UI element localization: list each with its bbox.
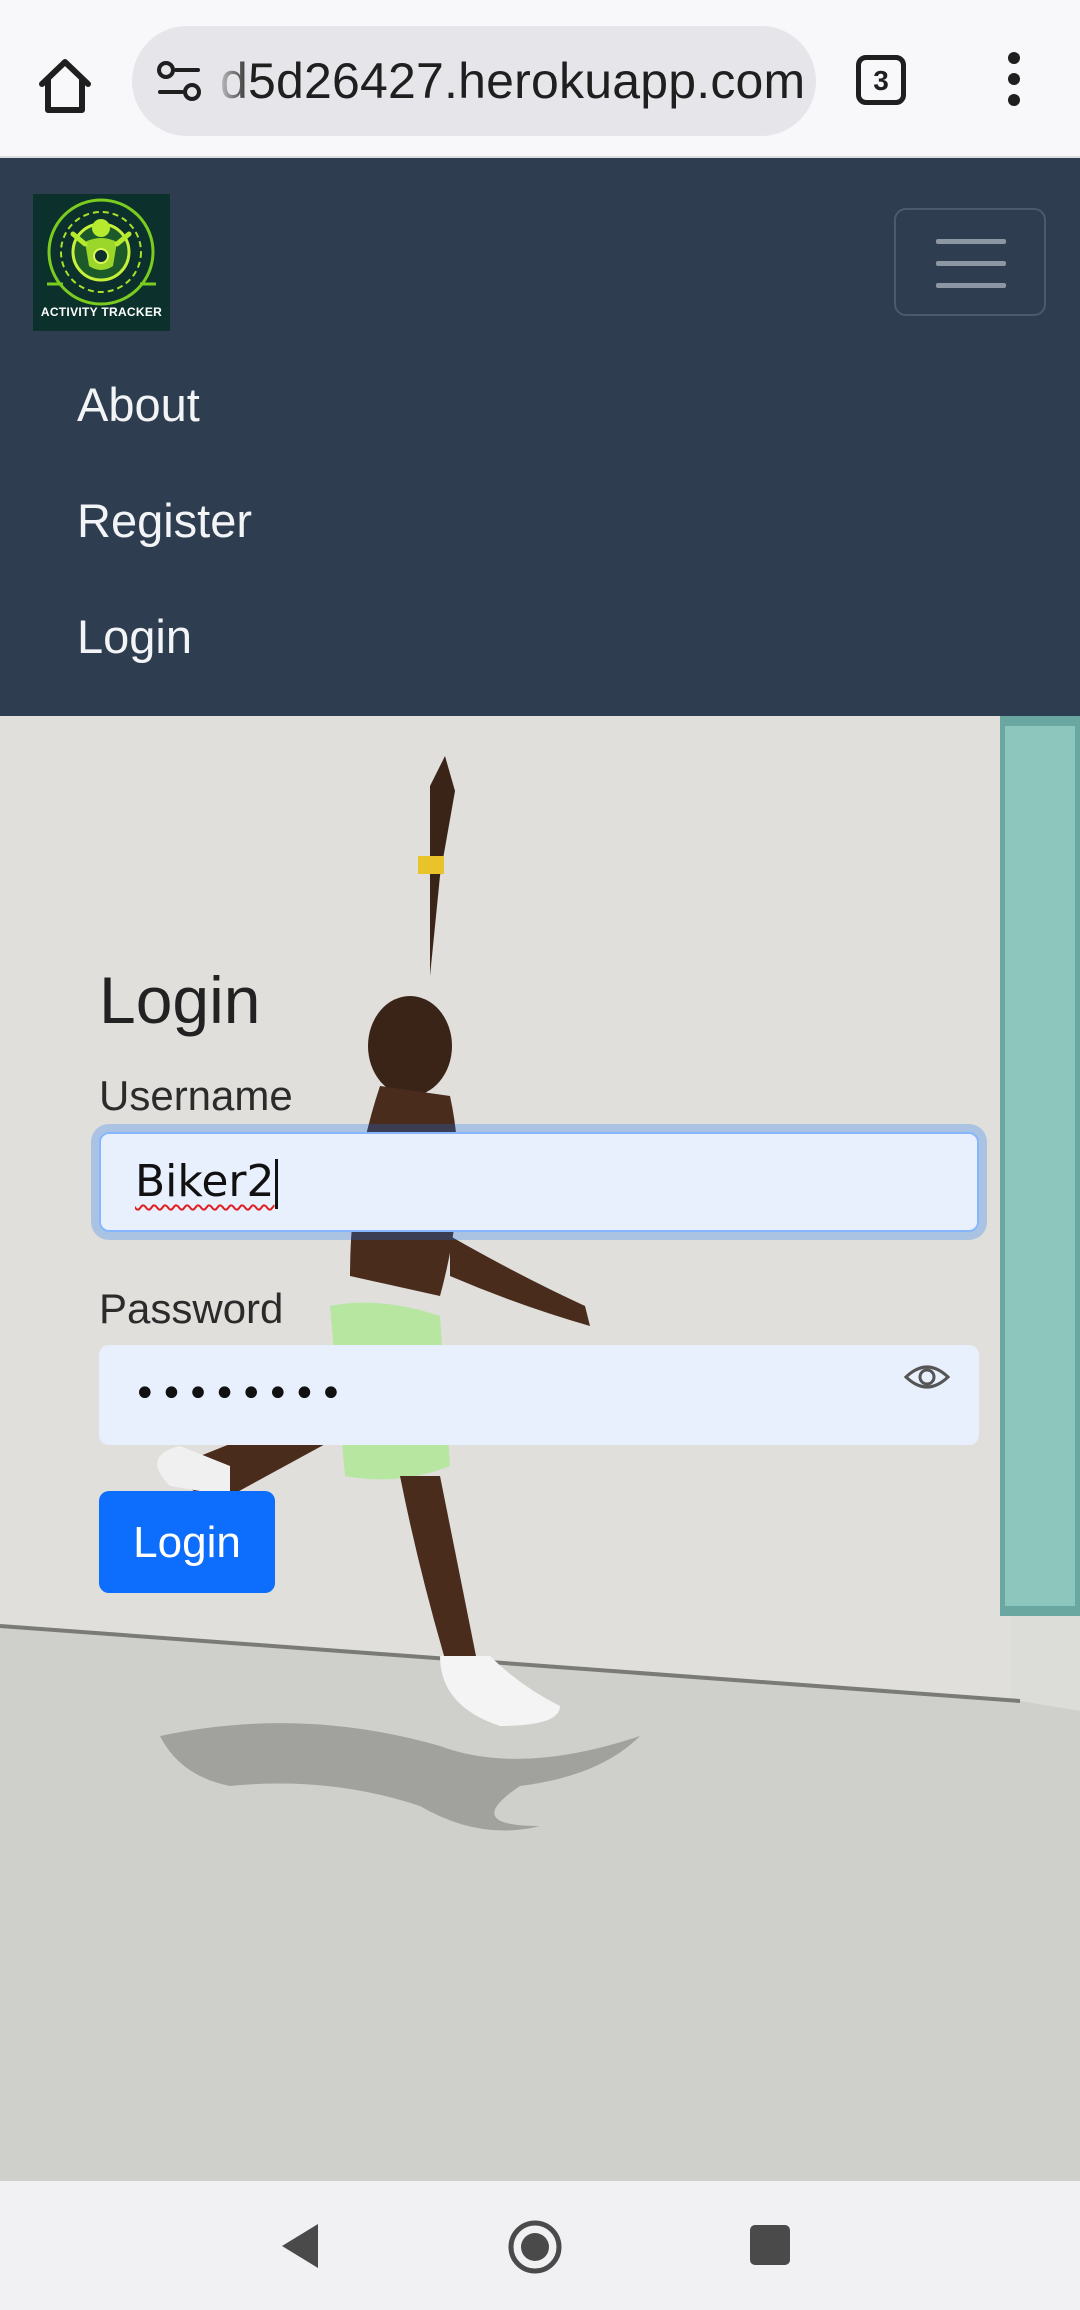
navbar-toggle-button[interactable] — [894, 208, 1046, 316]
hamburger-icon — [936, 283, 1006, 288]
url-text: d5d26427.herokuapp.com — [220, 53, 806, 109]
username-input[interactable]: Biker2 — [99, 1132, 979, 1232]
url-fade — [212, 26, 252, 136]
hamburger-icon — [936, 261, 1006, 266]
more-vert-icon[interactable] — [1000, 52, 1028, 112]
navbar-collapse-menu: About Register Login — [0, 368, 1080, 716]
username-value: Biker2 — [135, 1156, 275, 1207]
hamburger-icon — [936, 239, 1006, 244]
browser-toolbar: d5d26427.herokuapp.com 3 — [0, 0, 1080, 158]
nav-link-about[interactable]: About — [77, 377, 200, 432]
logo-text: ACTIVITY TRACKER — [40, 305, 163, 319]
text-caret — [275, 1159, 279, 1209]
nav-link-login[interactable]: Login — [77, 609, 192, 664]
recents-square-icon[interactable] — [750, 2225, 790, 2265]
back-triangle-icon[interactable] — [278, 2221, 322, 2271]
nav-link-register[interactable]: Register — [77, 493, 252, 548]
username-label: Username — [99, 1072, 293, 1119]
login-submit-button[interactable]: Login — [99, 1491, 275, 1593]
password-value: •••••••• — [133, 1371, 346, 1417]
home-icon[interactable] — [30, 50, 100, 120]
hero-background-image — [0, 716, 1080, 2181]
eye-icon[interactable] — [903, 1357, 951, 1397]
tab-switcher-button[interactable]: 3 — [856, 55, 906, 105]
address-bar[interactable]: d5d26427.herokuapp.com — [132, 26, 816, 136]
system-navigation-bar — [0, 2181, 1080, 2310]
site-settings-icon[interactable] — [154, 58, 204, 104]
password-input[interactable]: •••••••• — [99, 1345, 979, 1445]
activity-tracker-logo[interactable]: ACTIVITY TRACKER — [33, 194, 170, 331]
home-circle-icon[interactable] — [507, 2219, 563, 2275]
login-heading: Login — [99, 963, 261, 1037]
password-label: Password — [99, 1285, 284, 1332]
navbar: ACTIVITY TRACKER — [0, 158, 1080, 368]
